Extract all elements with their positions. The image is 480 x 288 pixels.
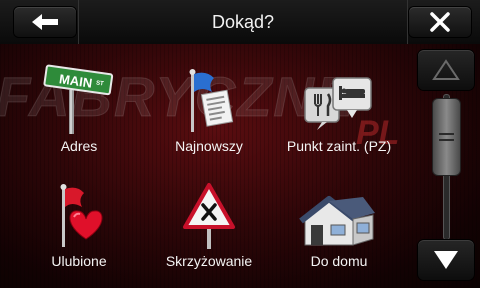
menu-item-label: Do domu [310, 253, 368, 269]
close-button[interactable] [409, 7, 471, 37]
menu-item-label: Adres [60, 138, 98, 154]
menu-item-address[interactable]: MAIN ST Adres [14, 62, 144, 170]
scroll-down-button[interactable] [418, 240, 474, 280]
destination-grid: MAIN ST Adres Najnowszy Punkt zaint. (PZ… [14, 62, 404, 278]
poi-icon [304, 77, 372, 130]
triangle-down-icon [434, 251, 458, 269]
triangle-up-icon [432, 59, 460, 80]
menu-item-recent[interactable]: Najnowszy [144, 62, 274, 170]
menu-item-intersection[interactable]: Skrzyżowanie [144, 177, 274, 285]
back-button[interactable] [14, 7, 76, 37]
house-icon [299, 196, 375, 246]
menu-item-label: Najnowszy [175, 138, 243, 154]
menu-item-poi[interactable]: Punkt zaint. (PZ) [274, 62, 404, 170]
intersection-sign-icon [183, 183, 235, 249]
menu-item-favorites[interactable]: Ulubione [14, 177, 144, 285]
scroll-up-button[interactable] [418, 50, 474, 90]
top-bar: Dokąd? [0, 0, 480, 44]
arrow-left-icon [32, 14, 58, 30]
menu-item-home[interactable]: Do domu [274, 177, 404, 285]
menu-item-label: Punkt zaint. (PZ) [286, 138, 392, 154]
scrollbar[interactable] [418, 50, 474, 282]
page-title: Dokąd? [78, 0, 408, 44]
street-sign-icon: MAIN ST [43, 64, 114, 134]
recent-flag-icon [189, 69, 234, 132]
heart-flag-icon [60, 184, 103, 247]
scroll-thumb[interactable] [432, 98, 461, 176]
close-icon [430, 12, 450, 32]
sign-suffix: ST [96, 80, 105, 87]
menu-item-label: Skrzyżowanie [165, 253, 253, 269]
menu-item-label: Ulubione [51, 253, 107, 269]
